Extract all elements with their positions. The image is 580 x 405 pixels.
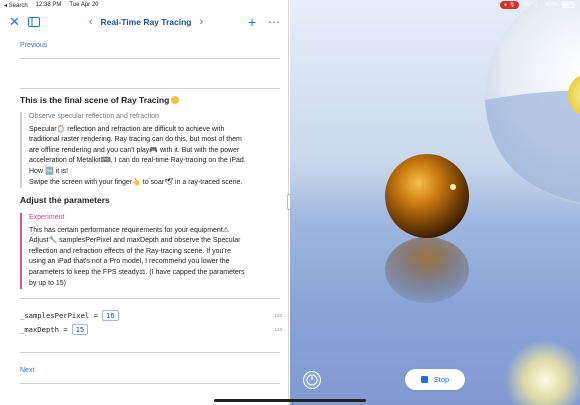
code-line-samples: _samplesPerPixel = 16	[20, 310, 119, 321]
text: Specular	[29, 125, 57, 133]
text: traditional raster rendering. Ray tracin…	[29, 136, 242, 144]
live-view-pane[interactable]: ● 🎙 ◠ ☾ 60% Stop	[290, 0, 580, 405]
text: with it. But with the power	[158, 146, 240, 154]
finger-emoji-icon: 👆	[132, 178, 141, 186]
text: . (I have capped the parameters	[145, 268, 245, 276]
record-icon: ●	[503, 2, 507, 8]
text: to soar	[140, 178, 165, 186]
text: are offline rendering and you can't play	[29, 146, 150, 154]
heading-text: This is the final scene of Ray Tracing	[20, 95, 170, 105]
gold-sphere-reflection	[385, 237, 469, 303]
keyboard-emoji-icon: ⌨	[100, 157, 111, 165]
stop-icon	[420, 376, 428, 383]
specular-highlight	[450, 184, 456, 190]
back-to-search-link[interactable]: ◂ Search	[4, 2, 28, 9]
text: samplesPerPixel and maxDepth and observe…	[57, 237, 241, 245]
moon-icon: ☾	[534, 2, 540, 9]
recording-indicator: ● 🎙	[499, 1, 520, 9]
toolbar: ✕ ‹ Real-Time Ray Tracing › + ⋯	[0, 11, 289, 33]
wrench-emoji-icon: 🔧	[48, 237, 58, 245]
battery-percent: 60%	[544, 2, 557, 8]
code-line-maxdepth: _maxDepth = 15	[20, 324, 89, 335]
observe-callout: Observe specular reflection and refracti…	[20, 112, 278, 189]
text: , I can do real-time Ray-tracing on the …	[110, 157, 246, 165]
playground-editor-pane: ◂ Search 12:38 PM Tue Apr 20 ✕ ‹ Real-Ti…	[0, 0, 289, 405]
text: by up to 15)	[29, 279, 66, 287]
bird-emoji-icon: 🕊	[164, 178, 174, 186]
sidebar-icon[interactable]	[28, 15, 40, 31]
code-text: _maxDepth =	[20, 325, 68, 334]
divider	[20, 88, 280, 89]
stop-button[interactable]: Stop	[405, 369, 465, 390]
callout-title: Experiment	[29, 214, 65, 221]
text: acceleration of Metalkit	[29, 157, 101, 165]
warning-emoji-icon: ⚠	[222, 226, 230, 234]
mic-icon: 🎙	[508, 2, 516, 8]
sun-light-glow	[505, 340, 580, 405]
close-icon[interactable]: ✕	[9, 14, 20, 30]
divider	[20, 352, 280, 353]
text: in a ray-traced scene.	[173, 178, 243, 186]
more-icon[interactable]: ⋯	[268, 14, 280, 30]
status-time: 12:38 PM	[35, 2, 62, 8]
divider	[20, 298, 280, 299]
text: parameters to keep the FPS steady	[29, 268, 140, 276]
text: using an iPad that's not a Pro model, I …	[29, 258, 230, 266]
number-type-tag: 123	[274, 327, 282, 332]
previous-page-link[interactable]: Previous	[20, 42, 47, 49]
code-text: _samplesPerPixel =	[20, 311, 98, 320]
text: Adjust	[29, 237, 49, 245]
text: How	[29, 167, 44, 175]
smile-emoji-icon	[171, 96, 180, 104]
section-heading: This is the final scene of Ray Tracing	[20, 95, 180, 105]
text: Swipe the screen with your finger	[29, 178, 133, 186]
page-title-text: Real-Time Ray Tracing	[100, 17, 192, 27]
divider	[20, 58, 280, 59]
callout-title: Observe specular reflection and refracti…	[29, 113, 159, 120]
status-date: Tue Apr 20	[69, 2, 99, 8]
ray-traced-scene[interactable]	[290, 0, 580, 405]
battery-icon	[562, 2, 574, 8]
text: reflection and refraction are difficult …	[65, 125, 225, 133]
number-type-tag: 123	[274, 313, 282, 318]
text: This has certain performance requirement…	[29, 226, 223, 234]
gold-sphere	[385, 154, 469, 238]
home-indicator[interactable]	[214, 399, 366, 402]
page-title: ‹ Real-Time Ray Tracing ›	[88, 13, 204, 31]
divider	[20, 383, 280, 384]
text: it is!	[53, 167, 69, 175]
chevron-left-icon[interactable]: ‹	[89, 16, 93, 28]
samples-per-pixel-value[interactable]: 16	[101, 310, 119, 321]
status-bar-right: ● 🎙 ◠ ☾ 60%	[290, 0, 580, 11]
next-page-link[interactable]: Next	[20, 367, 34, 374]
chevron-right-icon[interactable]: ›	[200, 16, 204, 28]
section-heading: Adjust the parameters	[20, 195, 110, 205]
wifi-icon: ◠	[524, 2, 530, 9]
text: reflection and refraction effects of the…	[29, 247, 231, 255]
speedometer-icon[interactable]	[303, 371, 321, 389]
gamepad-emoji-icon: 🎮	[149, 146, 159, 154]
experiment-callout: Experiment This has certain performance …	[20, 213, 278, 290]
glass-sphere-reflection	[485, 90, 580, 203]
stop-label: Stop	[433, 375, 450, 384]
cool-emoji-icon: 🆒	[44, 167, 54, 175]
max-depth-value[interactable]: 15	[71, 324, 89, 335]
add-icon[interactable]: +	[248, 14, 256, 30]
